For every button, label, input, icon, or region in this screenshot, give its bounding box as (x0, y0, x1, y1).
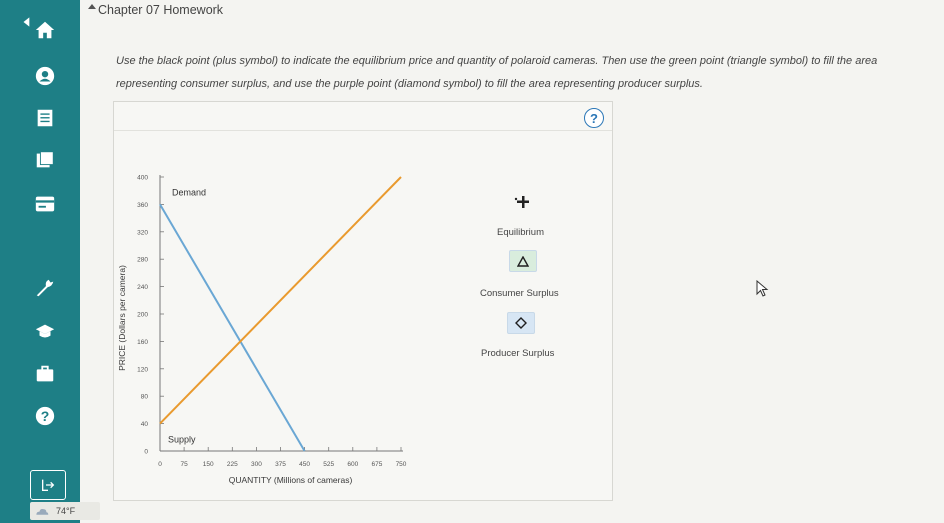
x-tick-label: 600 (347, 461, 358, 468)
x-tick-label: 375 (275, 461, 286, 468)
x-tick-label: 675 (371, 461, 382, 468)
weather-widget[interactable]: 74°F (30, 502, 100, 520)
diamond-icon (515, 317, 527, 329)
mouse-cursor-icon (756, 280, 769, 297)
help-icon[interactable]: ? (33, 404, 57, 428)
x-tick-label: 0 (158, 461, 162, 468)
y-tick-label: 360 (137, 202, 148, 209)
producer-surplus-label: Producer Surplus (481, 348, 555, 359)
x-tick-label: 750 (396, 461, 407, 468)
y-tick-label: 80 (141, 394, 149, 401)
page-title: Chapter 07 Homework (98, 3, 224, 17)
x-tick-label: 225 (227, 461, 238, 468)
demand-label: Demand (172, 187, 206, 197)
panel-divider (114, 130, 612, 131)
demand-curve[interactable] (159, 203, 306, 452)
help-glyph: ? (40, 408, 50, 424)
y-axis-label: PRICE (Dollars per camera) (117, 265, 127, 371)
x-tick-label: 450 (299, 461, 310, 468)
x-axis-label: QUANTITY (Millions of cameras) (229, 475, 353, 485)
question-help-button[interactable]: ? (584, 108, 604, 128)
home-icon[interactable] (33, 18, 57, 42)
y-tick-label: 400 (137, 175, 148, 182)
chart-series (159, 176, 402, 452)
producer-surplus-tool[interactable] (507, 312, 535, 334)
consumer-surplus-tool[interactable] (509, 250, 537, 272)
x-tick-label: 75 (180, 461, 188, 468)
y-tick-label: 200 (137, 312, 148, 319)
app-window: ? 74°F Chapter 07 Homework Use the black… (0, 0, 944, 523)
weather-icon (36, 509, 49, 515)
question-instructions: Use the black point (plus symbol) to ind… (116, 55, 878, 90)
equilibrium-tool[interactable] (508, 192, 538, 212)
temperature-label: 74°F (56, 506, 76, 516)
y-tick-label: 160 (137, 339, 148, 346)
list-icon[interactable] (33, 106, 57, 130)
exit-icon (42, 479, 55, 491)
briefcase-icon[interactable] (33, 362, 57, 386)
book-icon[interactable] (33, 148, 57, 172)
chart-axes (159, 175, 403, 452)
y-tick-label: 320 (137, 229, 148, 236)
exit-button[interactable] (30, 470, 66, 500)
y-tick-label: 40 (141, 421, 149, 428)
sidebar: ? (0, 0, 80, 523)
supply-curve[interactable] (159, 176, 402, 425)
supply-demand-chart[interactable]: 0 40 80 120 160 200 240 280 320 360 400 0 75 150 225 3… (113, 165, 453, 495)
triangle-icon (517, 255, 529, 267)
y-tick-label: 240 (137, 284, 148, 291)
plus-icon (514, 196, 529, 208)
equilibrium-label: Equilibrium (497, 227, 544, 238)
x-tick-labels: 0 75 150 225 300 375 450 525 600 675 750 (158, 447, 407, 468)
collapse-caret-icon[interactable] (88, 4, 96, 9)
chart-labels: Demand Supply QUANTITY (Millions of camera… (117, 187, 352, 485)
x-tick-label: 150 (203, 461, 214, 468)
x-tick-label: 300 (251, 461, 262, 468)
y-tick-label: 280 (137, 257, 148, 264)
wrench-icon[interactable] (33, 276, 57, 300)
y-tick-label: 0 (144, 449, 148, 456)
graduation-cap-icon[interactable] (33, 320, 57, 344)
y-tick-label: 120 (137, 366, 148, 373)
back-icon[interactable] (20, 10, 34, 34)
card-icon[interactable] (33, 192, 57, 216)
supply-label: Supply (168, 435, 196, 445)
x-tick-label: 525 (323, 461, 334, 468)
consumer-surplus-label: Consumer Surplus (480, 288, 559, 299)
user-icon[interactable] (33, 64, 57, 88)
